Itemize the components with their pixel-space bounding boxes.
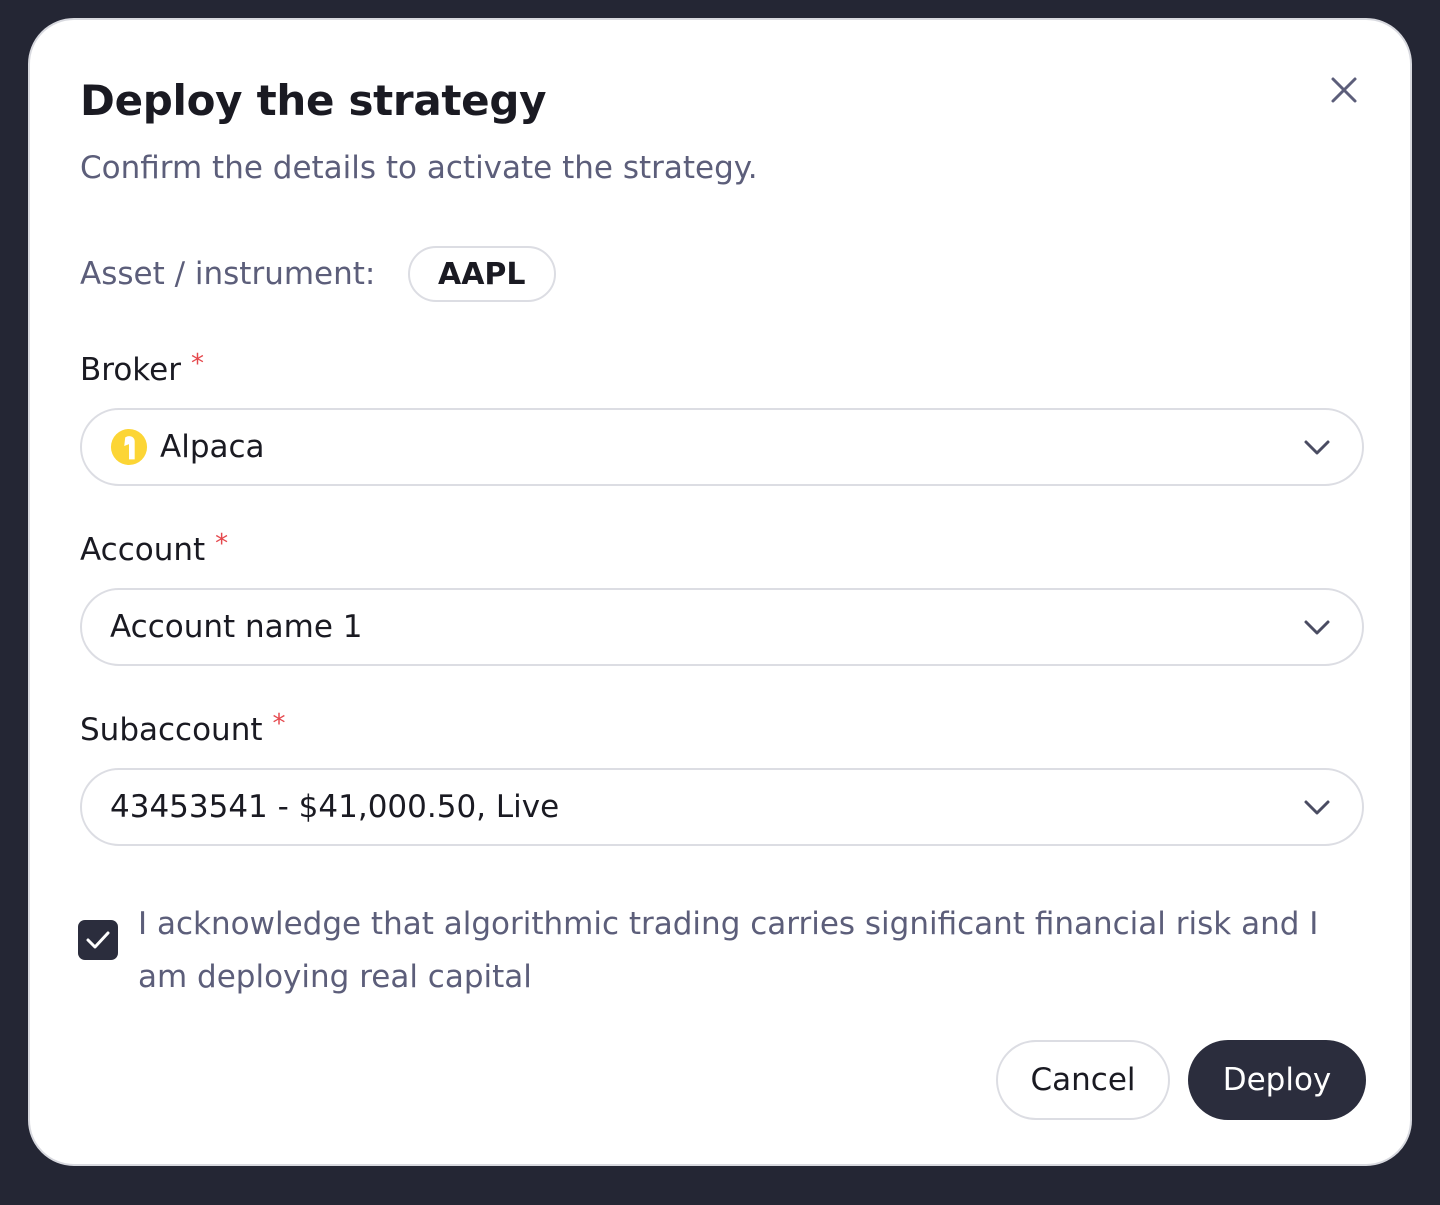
deploy-strategy-dialog: Deploy the strategy Confirm the details … — [28, 18, 1412, 1166]
account-select[interactable]: Account name 1 — [80, 588, 1364, 666]
asset-chip: AAPL — [408, 246, 556, 302]
account-label: Account * — [80, 529, 229, 568]
account-label-text: Account — [80, 532, 206, 568]
broker-label-text: Broker — [80, 352, 181, 388]
chevron-down-icon — [1304, 440, 1330, 455]
subaccount-label: Subaccount * — [80, 709, 286, 748]
deploy-button[interactable]: Deploy — [1188, 1040, 1366, 1120]
chevron-down-icon — [1304, 620, 1330, 635]
dialog-subtitle: Confirm the details to activate the stra… — [80, 150, 758, 186]
subaccount-select-value: 43453541 - $41,000.50, Live — [110, 789, 560, 825]
subaccount-select[interactable]: 43453541 - $41,000.50, Live — [80, 768, 1364, 846]
chevron-down-icon — [1304, 800, 1330, 815]
modal-backdrop: Deploy the strategy Confirm the details … — [0, 0, 1440, 1205]
alpaca-logo-icon — [110, 428, 148, 466]
acknowledge-checkbox[interactable] — [78, 920, 118, 960]
required-asterisk: * — [272, 709, 286, 739]
required-asterisk: * — [190, 349, 204, 379]
checkmark-icon — [86, 931, 110, 949]
subaccount-label-text: Subaccount — [80, 712, 263, 748]
account-select-value: Account name 1 — [110, 609, 363, 645]
close-icon — [1331, 77, 1357, 103]
acknowledge-text[interactable]: I acknowledge that algorithmic trading c… — [138, 898, 1364, 1004]
close-button[interactable] — [1320, 66, 1368, 114]
broker-label: Broker * — [80, 349, 204, 388]
broker-select[interactable]: Alpaca — [80, 408, 1364, 486]
dialog-title: Deploy the strategy — [80, 76, 547, 125]
asset-label: Asset / instrument: — [80, 256, 376, 292]
required-asterisk: * — [215, 529, 229, 559]
broker-select-value: Alpaca — [160, 429, 265, 465]
cancel-button[interactable]: Cancel — [996, 1040, 1170, 1120]
